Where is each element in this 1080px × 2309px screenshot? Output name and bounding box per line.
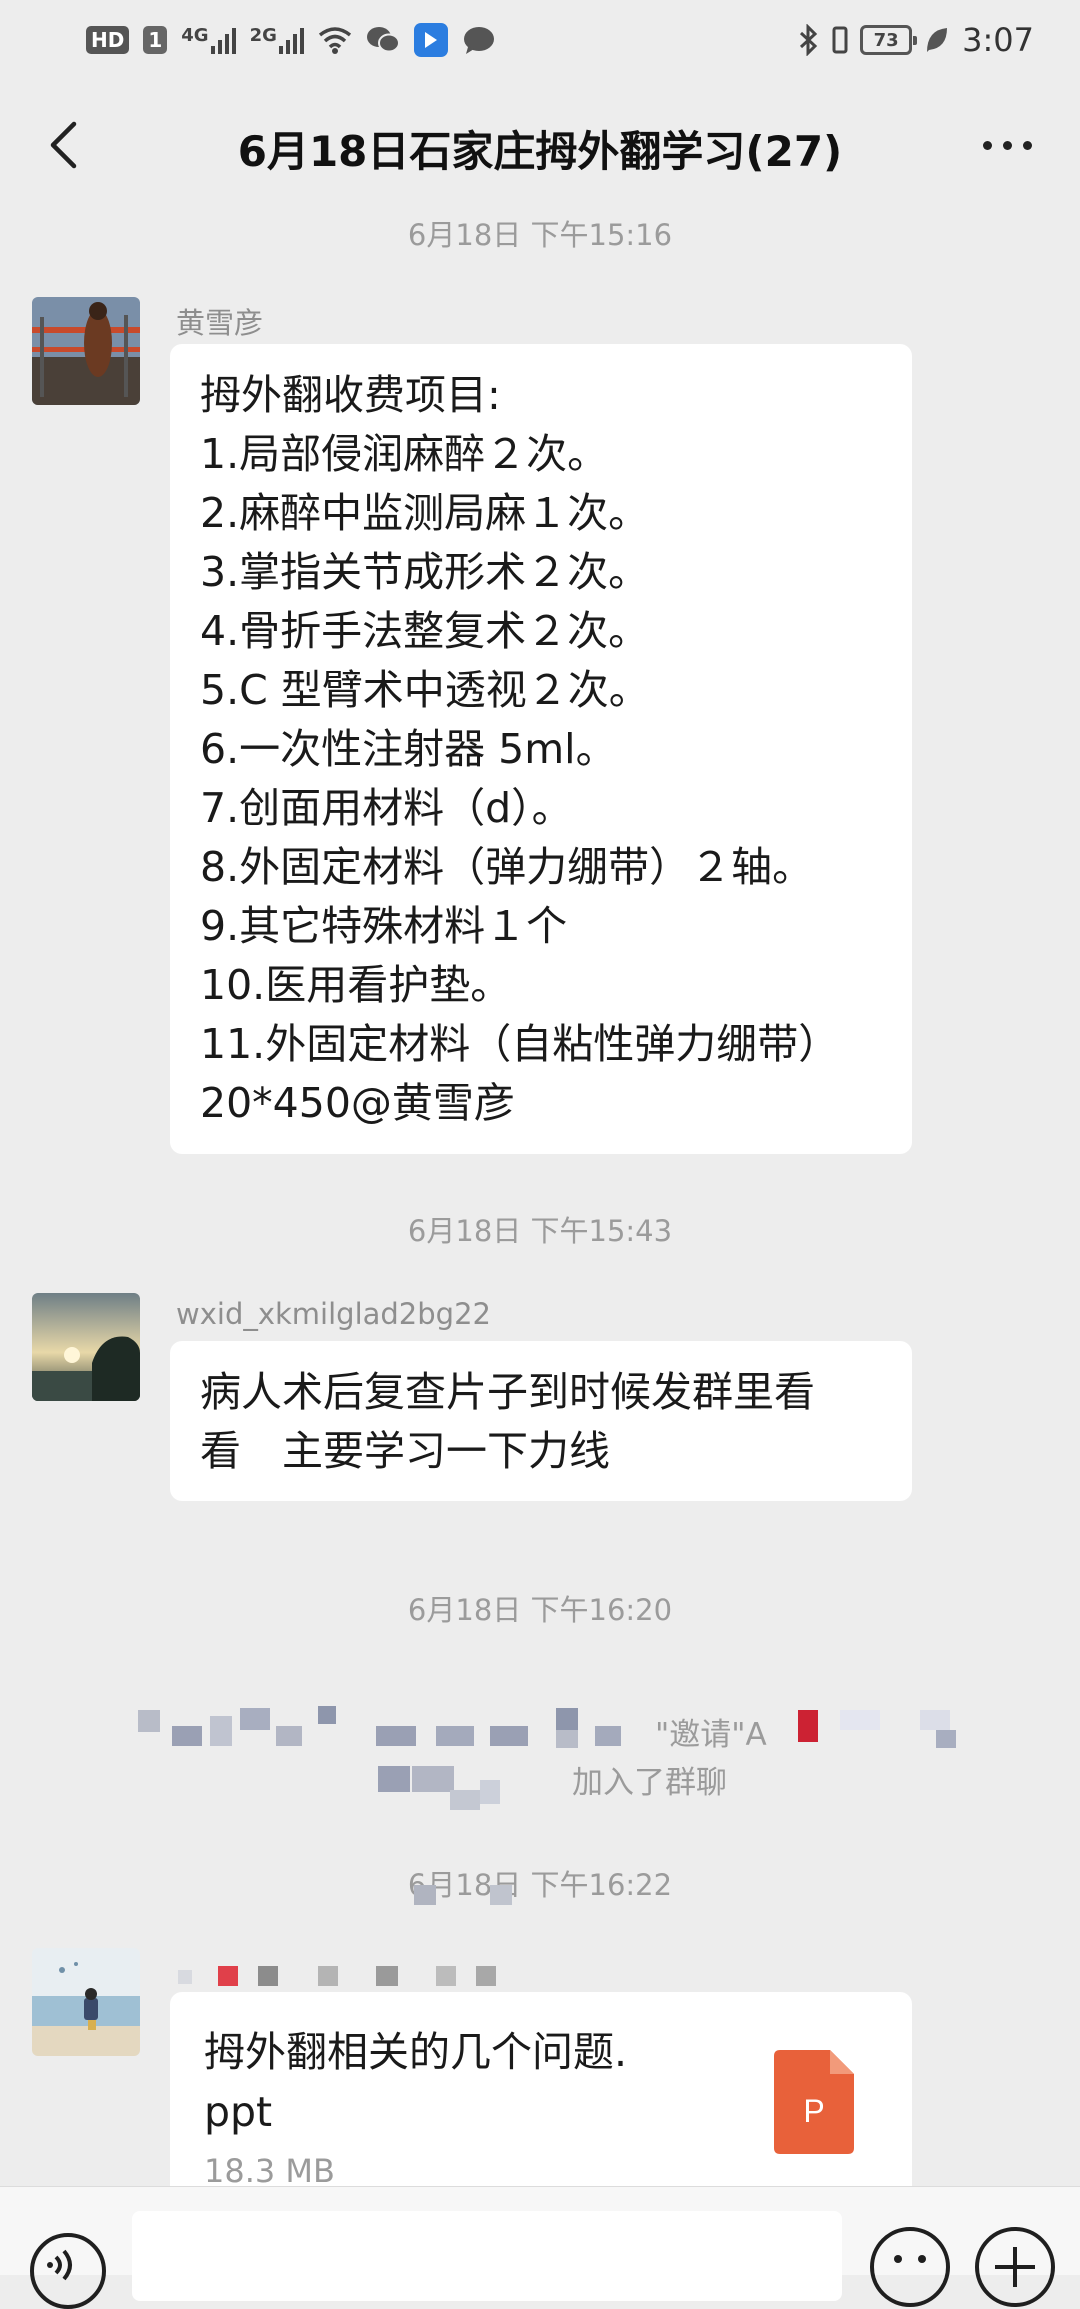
clock: 3:07	[962, 21, 1034, 59]
chevron-left-icon	[50, 121, 77, 169]
leaf-icon	[927, 28, 948, 52]
status-left-icons: HD 1 4G 2G	[86, 18, 496, 62]
message-timestamp: 6月18日 下午15:16	[407, 218, 673, 252]
dot	[982, 140, 992, 150]
more-functions-button[interactable]	[975, 2227, 1055, 2307]
message-line: 2.麻醉中监测局麻１次。	[200, 489, 650, 537]
dot	[1002, 140, 1012, 150]
chat-header: 6月18日石家庄拇外翻学习(27)	[0, 80, 1080, 210]
message-line: 20*450@黄雪彦	[200, 1079, 515, 1127]
message-line: 4.骨折手法整复术２次。	[200, 607, 650, 655]
message-line: 病人术后复查片子到时候发群里看	[200, 1368, 815, 1416]
message-line: 拇外翻收费项目:	[200, 371, 501, 419]
message-line: 6.一次性注射器 5ml。	[200, 725, 617, 773]
message-timestamp: 6月18日 下午16:22	[407, 1868, 673, 1902]
battery-level: 73	[873, 29, 899, 51]
bluetooth-icon	[800, 24, 818, 56]
more-options-button[interactable]	[962, 106, 1052, 184]
hd-badge: HD	[86, 26, 130, 54]
ppt-file-icon: P	[774, 2050, 854, 2154]
chat-title: 6月18日石家庄拇外翻学习(27)	[237, 127, 843, 176]
message-line: 5.C 型臂术中透视２次。	[200, 666, 650, 714]
network-type-1: 4G	[181, 25, 209, 46]
message-timestamp: 6月18日 下午15:43	[407, 1214, 673, 1248]
network-type-2: 2G	[249, 25, 277, 46]
message-timestamp: 6月18日 下午16:20	[407, 1593, 673, 1627]
message-bubble[interactable]: 病人术后复查片子到时候发群里看 看 主要学习一下力线	[170, 1341, 912, 1501]
vibrate-icon	[832, 26, 848, 54]
signal-icon-2: 2G	[249, 25, 304, 54]
sender-name: 黄雪彦	[176, 306, 264, 340]
system-joined-text: 加入了群聊	[572, 1765, 727, 1801]
voice-input-button[interactable]	[30, 2233, 106, 2309]
back-button[interactable]	[28, 106, 98, 184]
message-input[interactable]	[132, 2211, 842, 2301]
message-line: 8.外固定材料（弹力绷带）２轴。	[200, 843, 814, 891]
file-type-letter: P	[803, 2093, 824, 2129]
emoji-button[interactable]	[870, 2227, 950, 2307]
avatar[interactable]	[32, 1293, 140, 1401]
file-message-card[interactable]: 拇外翻相关的几个问题. ppt 18.3 MB P	[170, 1992, 912, 2212]
input-bar	[0, 2186, 1080, 2309]
sim-badge: 1	[143, 26, 168, 54]
wifi-icon	[318, 27, 351, 54]
status-right-icons: 73 3:07	[798, 18, 1034, 62]
message-line: 10.医用看护垫。	[200, 961, 512, 1009]
message-line: 11.外固定材料（自粘性弹力绷带）	[200, 1020, 840, 1068]
file-name: 拇外翻相关的几个问题. ppt	[204, 2022, 724, 2142]
status-bar: HD 1 4G 2G 73 3:07	[0, 0, 1080, 80]
signal-icon-1: 4G	[181, 25, 236, 54]
message-line: 7.创面用材料（d）。	[200, 784, 573, 832]
avatar[interactable]	[32, 297, 140, 405]
emoji-icon	[894, 2255, 926, 2263]
file-name-line: ppt	[204, 2088, 273, 2136]
message-icon	[463, 27, 494, 54]
battery-icon: 73	[860, 25, 918, 55]
message-line: 1.局部侵润麻醉２次。	[200, 430, 609, 478]
system-invite-text: "邀请"A	[655, 1717, 767, 1753]
dot	[1022, 140, 1032, 150]
message-line: 看 主要学习一下力线	[200, 1427, 610, 1475]
plus-icon	[995, 2247, 1035, 2287]
avatar[interactable]	[32, 1948, 140, 2056]
message-line: 9.其它特殊材料１个	[200, 902, 568, 950]
voice-icon	[47, 2249, 72, 2281]
message-bubble[interactable]: 拇外翻收费项目: 1.局部侵润麻醉２次。 2.麻醉中监测局麻１次。 3.掌指关节…	[170, 344, 912, 1154]
sender-name: wxid_xkmilglad2bg22	[176, 1297, 491, 1331]
app-notification-icon	[413, 23, 448, 57]
file-name-line: 拇外翻相关的几个问题.	[204, 2028, 628, 2076]
message-line: 3.掌指关节成形术２次。	[200, 548, 650, 596]
file-size: 18.3 MB	[204, 2152, 335, 2190]
wechat-icon	[366, 27, 400, 53]
